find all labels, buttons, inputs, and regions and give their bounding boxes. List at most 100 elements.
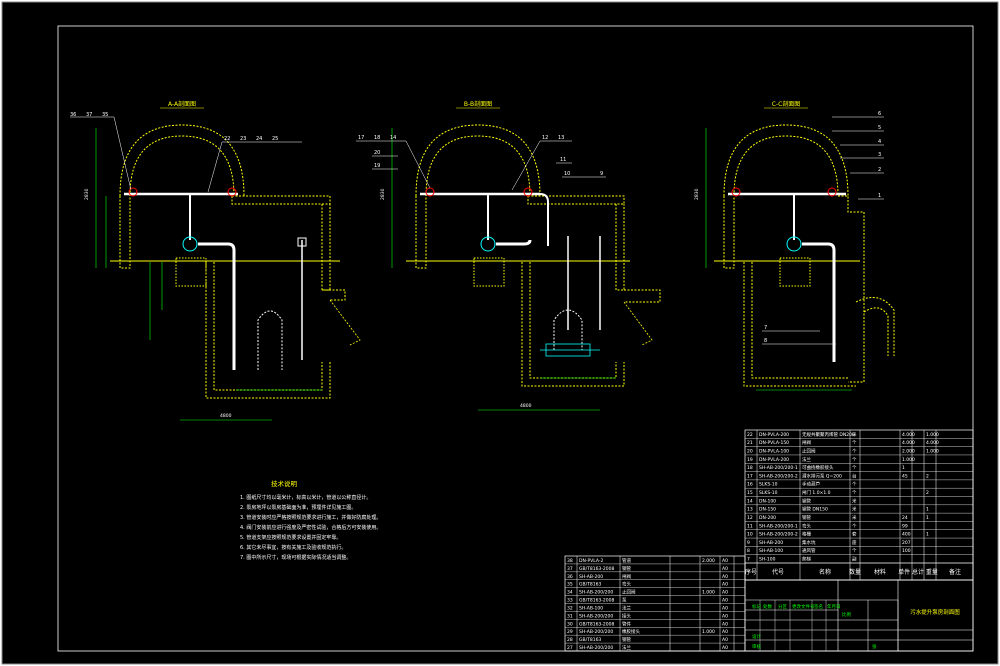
section-a-dim-height: 2830 <box>84 188 90 200</box>
section-b-dim-height: 2830 <box>380 188 386 200</box>
revision-cell: 1.000 <box>702 629 715 635</box>
callout-5: 5 <box>878 125 881 131</box>
revision-cell: 29 <box>567 629 573 635</box>
materials-cell: 1 <box>926 507 929 513</box>
materials-cell: 个 <box>852 440 857 446</box>
revision-cell: 37 <box>567 566 573 572</box>
revision-cell: 管道 <box>622 557 631 564</box>
header-index: 序号 <box>745 568 757 576</box>
materials-cell: 100 <box>902 548 911 554</box>
materials-cell: 16 <box>747 482 753 488</box>
revision-cell: A0 <box>722 645 728 651</box>
materials-cell: SH-AB-200/200-2 <box>759 473 798 479</box>
revision-cell: A0 <box>722 629 728 635</box>
materials-cell: 格栅 <box>802 531 811 538</box>
materials-cell: 1.000 <box>902 457 915 463</box>
notes-title: 技术说明 <box>271 479 298 488</box>
materials-cell: 4.000 <box>902 440 915 446</box>
materials-cell: 14 <box>747 498 753 504</box>
revision-cell: 法兰 <box>622 604 631 611</box>
materials-cell: DN-PVLA-200 <box>759 457 789 463</box>
materials-cell: 个 <box>852 523 857 529</box>
materials-cell: DN-200 <box>759 515 776 521</box>
revision-cell: 27 <box>567 645 573 651</box>
revision-cell: SH-AB-100 <box>579 605 603 611</box>
materials-cell: 钢管 DN150 <box>802 506 828 513</box>
materials-cell: 45 <box>902 473 908 479</box>
note-4: 4. 阀门安装前应进行强度及严密性试验，合格后方可安装使用。 <box>240 524 381 531</box>
revision-cell: DN-PVLA-2 <box>579 558 603 564</box>
callout-1: 1 <box>878 193 881 199</box>
revision-cell: SH-AB-200/200 <box>579 590 613 596</box>
materials-cell: 钢管 <box>802 514 811 521</box>
revision-cell: A0 <box>722 598 728 604</box>
materials-cell: 潜水排污泵 Q=200 <box>802 472 842 479</box>
revision-cell: 28 <box>567 637 573 643</box>
section-c-dim-height: 2830 <box>694 188 700 200</box>
materials-cell: 钢管 <box>802 497 811 504</box>
revision-cell: SH-AB-200/200 <box>579 645 613 651</box>
materials-cell: 闸阀 <box>802 439 811 446</box>
header-material: 材料 <box>874 568 886 576</box>
revision-cell: 35 <box>567 582 573 588</box>
revision-cell: 1.000 <box>702 590 715 596</box>
scale-label: 比例 <box>842 611 851 618</box>
materials-cell: 个 <box>852 448 857 454</box>
revision-cell: 法兰 <box>622 644 631 651</box>
revision-cell: 止回阀 <box>622 589 636 596</box>
materials-cell: 弯头 <box>802 522 811 529</box>
materials-cell: SLKS-10 <box>759 482 778 488</box>
revision-cell: A0 <box>722 574 728 580</box>
callout-18: 18 <box>374 135 380 141</box>
materials-cell: SH-AB-100 <box>759 548 783 554</box>
revision-cell: 2.000 <box>702 558 715 564</box>
materials-cell: 集水坑 <box>802 539 816 546</box>
sign-label: 签名 <box>814 603 823 610</box>
note-3: 3. 管道安装时应严格按照规范要求进行施工，并做好防腐处理。 <box>240 514 381 521</box>
callout-9: 9 <box>600 171 603 177</box>
callout-6: 6 <box>878 111 881 117</box>
materials-cell: 法兰 <box>802 456 811 463</box>
revision-cell: GB/T8163 <box>579 637 601 643</box>
revision-cell: 闸阀 <box>622 573 631 580</box>
section-a-dim-width: 4800 <box>220 413 232 419</box>
date-label: 年月日 <box>827 603 841 610</box>
revision-cell: 钢管 <box>622 565 631 572</box>
revision-cell: GB/T8163-2008 <box>579 598 615 604</box>
revision-cell: A0 <box>722 558 728 564</box>
check-label: 审核 <box>752 643 761 650</box>
materials-cell: 2 <box>926 473 929 479</box>
section-b-dim-width: 4800 <box>520 403 532 409</box>
revision-cell: SH-AB-200/200 <box>579 629 613 635</box>
materials-cell: 2.000 <box>902 448 915 454</box>
materials-cell: DN-100 <box>759 498 776 504</box>
revision-cell: 泵 <box>622 598 627 604</box>
materials-cell: 个 <box>852 482 857 488</box>
revision-cell: A0 <box>722 566 728 572</box>
callout-2: 2 <box>878 167 881 173</box>
materials-cell: SLKS-10 <box>759 490 778 496</box>
materials-cell: DN-150 <box>759 507 776 513</box>
revision-cell: SH-AB-200 <box>579 574 603 580</box>
callout-35: 35 <box>102 112 108 118</box>
revision-cell: 38 <box>567 558 573 564</box>
materials-cell: 400 <box>902 532 911 538</box>
note-5: 5. 管道支架应按照规范要求设置并固定牢靠。 <box>240 534 341 541</box>
materials-cell: 套 <box>852 531 857 538</box>
materials-cell: 个 <box>852 490 857 496</box>
drawing-title: 污水提升泵房剖面图 <box>910 608 960 616</box>
note-7: 7. 图中所示尺寸，现场可根据实际情况适当调整。 <box>240 554 351 561</box>
materials-cell: DN-PVLA-150 <box>759 440 789 446</box>
cad-drawing-screen: A-A剖面图 2830 4800 36 37 35 22 23 24 25 B-… <box>0 0 1000 666</box>
revision-cell: 接头 <box>622 612 631 619</box>
revision-cell: 31 <box>567 613 573 619</box>
materials-cell: 1 <box>926 532 929 538</box>
materials-cell: 17 <box>747 473 753 479</box>
count-label: 处数 <box>763 603 772 610</box>
revision-cell: GB/T8163-2008 <box>579 566 615 572</box>
materials-cell: DN-PVLA-200 <box>759 432 789 438</box>
revision-cell: SH-AB-200/200 <box>579 613 613 619</box>
materials-cell: 副 <box>852 556 857 563</box>
callout-37: 37 <box>86 112 92 118</box>
materials-cell: 21 <box>747 440 753 446</box>
